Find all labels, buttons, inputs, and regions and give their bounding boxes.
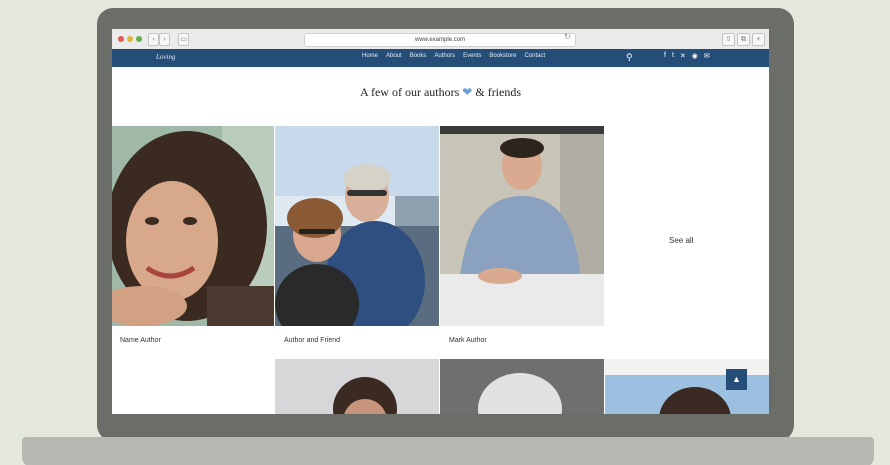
author-photo-1[interactable] xyxy=(112,126,274,326)
menu-item-books[interactable]: Books xyxy=(410,53,427,59)
menu-item-events[interactable]: Events xyxy=(463,53,481,59)
reload-icon[interactable]: ↻ xyxy=(564,32,571,41)
section-heading: A few of our authors ❤ & friends xyxy=(112,85,769,100)
author-photo-4-image xyxy=(275,359,439,414)
mail-icon[interactable]: ✉ xyxy=(704,52,710,60)
heading-text-end: & friends xyxy=(475,85,522,99)
browser-screen: ‹ › ▭ www.example.com ↻ ⇧ ⧉ + Loving Hom… xyxy=(112,29,769,414)
author-photo-3[interactable] xyxy=(440,126,604,326)
author-photo-5-image xyxy=(440,359,604,414)
menu-item-bookstore[interactable]: Bookstore xyxy=(489,53,516,59)
twitter-icon[interactable]: t xyxy=(672,52,674,60)
search-icon[interactable]: ⚲ xyxy=(626,52,633,63)
forward-arrow-icon[interactable]: › xyxy=(159,33,170,46)
heading-text-start: A few of our authors xyxy=(359,85,460,99)
site-navigation: Loving Home About Books Authors Events B… xyxy=(112,49,769,67)
author-photo-3-image xyxy=(440,126,604,326)
site-logo[interactable]: Loving xyxy=(156,53,175,61)
menu-item-authors[interactable]: Authors xyxy=(434,53,455,59)
main-menu: Home About Books Authors Events Bookstor… xyxy=(362,53,545,59)
author-photo-1-image xyxy=(112,126,274,326)
tabs-icon[interactable]: ⧉ xyxy=(737,33,750,46)
laptop-base xyxy=(22,437,874,465)
back-to-top-button[interactable]: ▲ xyxy=(726,369,747,390)
facebook-icon[interactable]: f xyxy=(664,52,666,60)
menu-item-home[interactable]: Home xyxy=(362,53,378,59)
heart-icon: ❤ xyxy=(462,85,473,99)
minimize-window-button[interactable] xyxy=(127,36,133,42)
see-all-link[interactable]: See all xyxy=(669,236,693,245)
author-photo-4[interactable] xyxy=(275,359,439,414)
sidebar-icon[interactable]: ▭ xyxy=(178,33,189,46)
scene: ‹ › ▭ www.example.com ↻ ⇧ ⧉ + Loving Hom… xyxy=(0,0,890,465)
author-name-2[interactable]: Author and Friend xyxy=(284,337,340,344)
author-photo-2[interactable] xyxy=(275,126,439,326)
author-name-3[interactable]: Mark Author xyxy=(449,337,487,344)
zoom-window-button[interactable] xyxy=(136,36,142,42)
author-photo-2-image xyxy=(275,126,439,326)
browser-toolbar: ‹ › ▭ www.example.com ↻ ⇧ ⧉ + xyxy=(112,29,769,50)
share-icon[interactable]: ⇧ xyxy=(722,33,735,46)
x-icon[interactable]: ✕ xyxy=(680,52,686,60)
instagram-icon[interactable]: ◉ xyxy=(692,52,698,60)
new-tab-icon[interactable]: + xyxy=(752,33,765,46)
menu-item-about[interactable]: About xyxy=(386,53,402,59)
menu-item-contact[interactable]: Contact xyxy=(524,53,545,59)
social-links: f t ✕ ◉ ✉ xyxy=(664,52,710,60)
author-photo-5[interactable] xyxy=(440,359,604,414)
address-bar[interactable]: www.example.com xyxy=(304,33,576,47)
back-arrow-icon[interactable]: ‹ xyxy=(148,33,159,46)
author-name-1[interactable]: Name Author xyxy=(120,337,161,344)
close-window-button[interactable] xyxy=(118,36,124,42)
